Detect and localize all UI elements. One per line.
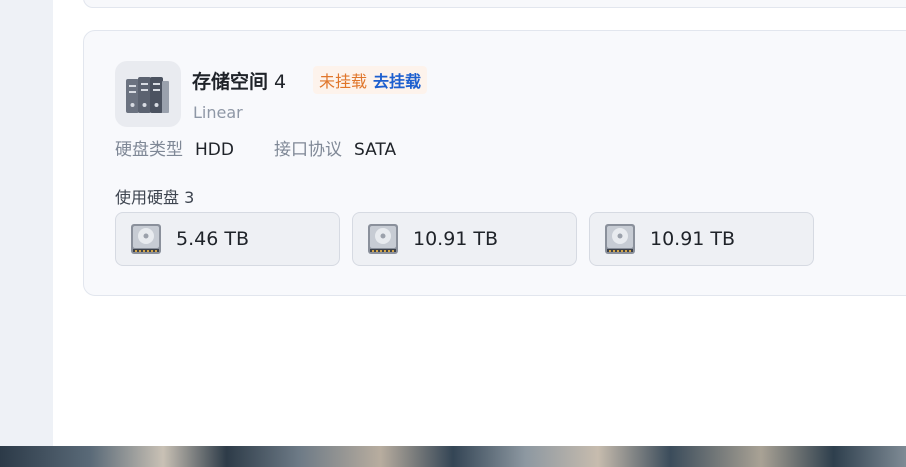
raid-type: Linear [193,103,243,122]
sidebar-strip [0,0,53,446]
volume-title-text: 存储空间 [192,71,269,93]
hdd-icon [131,224,161,254]
mount-status-badge: 未挂载 去挂载 [313,66,428,94]
disk-item[interactable]: 10.91 TB [589,212,814,266]
interface-row: 接口协议 SATA [274,135,396,160]
disk-item[interactable]: 5.46 TB [115,212,340,266]
server-rack-icon [115,61,181,127]
disk-item[interactable]: 10.91 TB [352,212,577,266]
disk-type-label: 硬盘类型 [115,140,183,160]
previous-volume-card[interactable] [83,0,906,8]
disk-size: 10.91 TB [413,228,499,250]
hdd-icon [368,224,398,254]
interface-label: 接口协议 [274,140,342,160]
mount-status-text: 未挂载 [319,72,368,91]
used-disks-label: 使用硬盘 3 [115,188,195,207]
disk-size: 5.46 TB [176,228,249,250]
page: 存储空间 4 未挂载 去挂载 Linear 硬盘类型 HDD 接口协议 SATA 使用… [0,0,906,467]
disk-type-row: 硬盘类型 HDD [115,135,234,160]
disk-type-value: HDD [195,140,234,160]
hdd-icon [605,224,635,254]
interface-value: SATA [354,140,397,160]
disk-size: 10.91 TB [650,228,736,250]
volume-title: 存储空间 4 [192,67,286,94]
volume-number: 4 [274,71,287,93]
desktop-wallpaper [0,446,906,467]
mount-link[interactable]: 去挂载 [373,68,421,92]
storage-volume-card[interactable]: 存储空间 4 未挂载 去挂载 Linear 硬盘类型 HDD 接口协议 SATA 使用… [83,30,906,296]
